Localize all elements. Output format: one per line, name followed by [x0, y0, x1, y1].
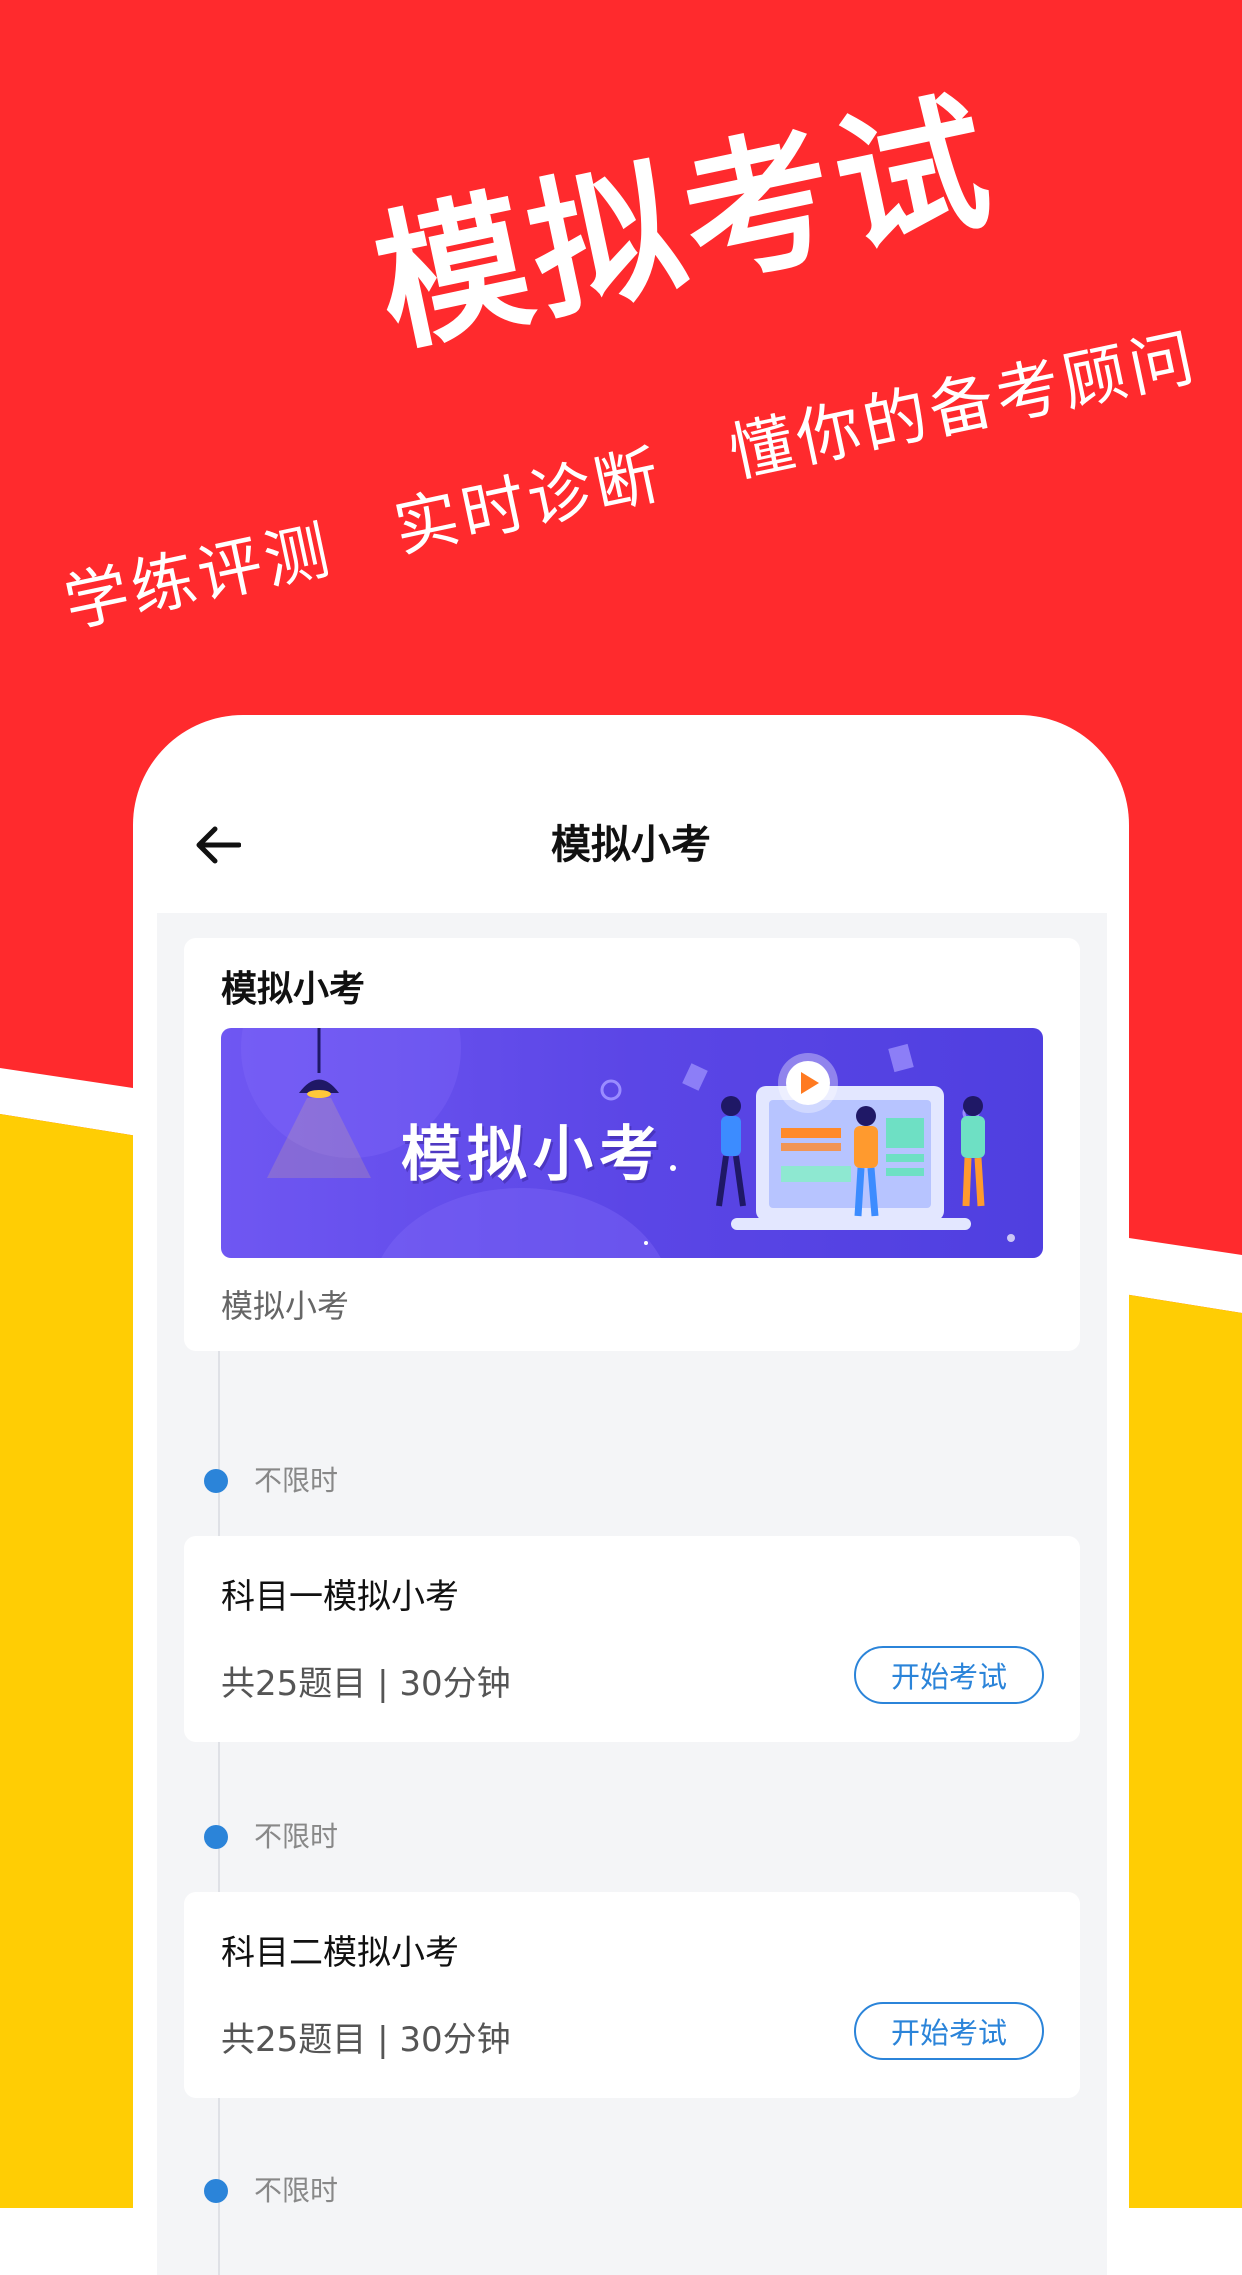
- banner-title: 模拟小考: [401, 1120, 665, 1190]
- exam-title: 科目二模拟小考: [221, 1933, 459, 1973]
- exam-card: 科目一模拟小考 共25题目 | 30分钟 开始考试: [184, 1536, 1080, 1742]
- person-left-illustration: [716, 1096, 746, 1207]
- timeline-marker: 不限时: [204, 2169, 338, 2209]
- time-limit-label: 不限时: [254, 1820, 339, 1853]
- timeline-dot-icon: [204, 2179, 228, 2203]
- start-exam-button[interactable]: 开始考试: [854, 2002, 1044, 2060]
- play-icon: [778, 1053, 838, 1113]
- phone-screen: 模拟小考 模拟小考 模拟小考 模拟小考 不限时 科目一模拟小考 共25题目 | …: [133, 715, 1129, 2275]
- exam-title: 科目一模拟小考: [221, 1577, 459, 1617]
- monitor-illustration: [731, 1086, 971, 1230]
- nav-bar: 模拟小考: [133, 715, 1129, 913]
- banner-image[interactable]: 模拟小考: [221, 1028, 1043, 1258]
- intro-card-heading: 模拟小考: [221, 969, 366, 1010]
- timeline-marker: 不限时: [204, 1815, 338, 1855]
- page-title: 模拟小考: [551, 822, 711, 868]
- intro-card-caption: 模拟小考: [221, 1287, 350, 1325]
- exam-meta: 共25题目 | 30分钟: [221, 2020, 511, 2060]
- content-area: 模拟小考 模拟小考 模拟小考 不限时 科目一模拟小考 共25题目 | 30分钟 …: [157, 913, 1107, 2275]
- timeline-dot-icon: [204, 1469, 228, 1493]
- time-limit-label: 不限时: [254, 2174, 339, 2207]
- exam-meta: 共25题目 | 30分钟: [221, 1664, 511, 1704]
- intro-card: 模拟小考 模拟小考 模拟小考: [184, 938, 1080, 1351]
- time-limit-label: 不限时: [254, 1464, 339, 1497]
- timeline-marker: 不限时: [204, 1459, 338, 1499]
- start-exam-button[interactable]: 开始考试: [854, 1646, 1044, 1704]
- exam-card: 科目二模拟小考 共25题目 | 30分钟 开始考试: [184, 1892, 1080, 2098]
- timeline-dot-icon: [204, 1825, 228, 1849]
